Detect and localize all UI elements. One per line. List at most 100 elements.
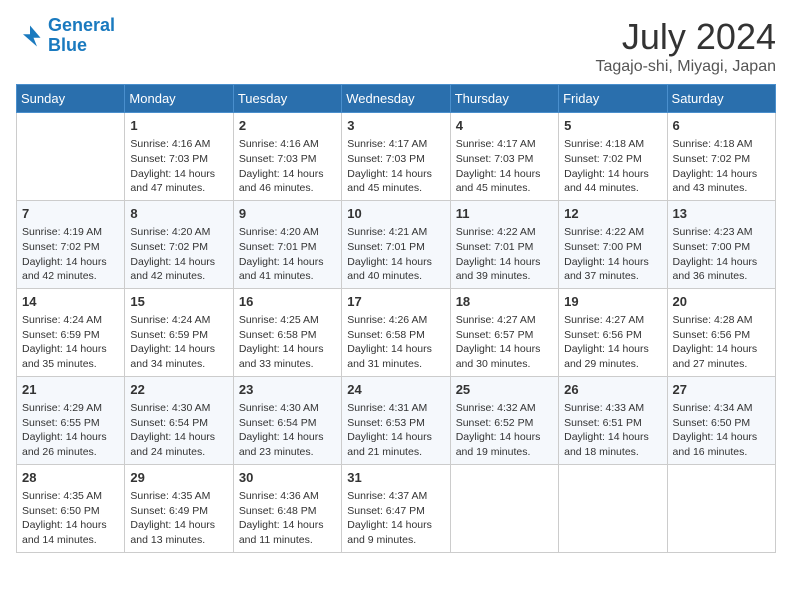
weekday-header-wednesday: Wednesday <box>342 85 450 113</box>
calendar-week-row: 1 Sunrise: 4:16 AM Sunset: 7:03 PM Daylig… <box>17 113 776 201</box>
day-info: Sunrise: 4:26 AM Sunset: 6:58 PM Dayligh… <box>347 313 444 372</box>
weekday-header-tuesday: Tuesday <box>233 85 341 113</box>
day-info: Sunrise: 4:36 AM Sunset: 6:48 PM Dayligh… <box>239 489 336 548</box>
day-info: Sunrise: 4:37 AM Sunset: 6:47 PM Dayligh… <box>347 489 444 548</box>
calendar-week-row: 7Sunrise: 4:19 AM Sunset: 7:02 PM Daylig… <box>17 200 776 288</box>
day-info: Sunrise: 4:24 AM Sunset: 6:59 PM Dayligh… <box>130 313 227 372</box>
day-number: 15 <box>130 293 227 311</box>
day-number: 12 <box>564 205 661 223</box>
title-block: July 2024 Tagajo-shi, Miyagi, Japan <box>595 16 776 76</box>
day-info: Sunrise: 4:32 AM Sunset: 6:52 PM Dayligh… <box>456 401 553 460</box>
calendar-cell: 23 Sunrise: 4:30 AM Sunset: 6:54 PM Dayli… <box>233 376 341 464</box>
day-number: 1 <box>130 117 227 135</box>
day-info: Sunrise: 4:31 AM Sunset: 6:53 PM Dayligh… <box>347 401 444 460</box>
calendar-cell: 5 Sunrise: 4:18 AM Sunset: 7:02 PM Daylig… <box>559 113 667 201</box>
calendar-cell: 17 Sunrise: 4:26 AM Sunset: 6:58 PM Dayli… <box>342 288 450 376</box>
logo: General Blue <box>16 16 115 56</box>
day-number: 30 <box>239 469 336 487</box>
day-number: 13 <box>673 205 770 223</box>
day-number: 3 <box>347 117 444 135</box>
calendar-cell: 30 Sunrise: 4:36 AM Sunset: 6:48 PM Dayli… <box>233 464 341 552</box>
calendar-cell: 29 Sunrise: 4:35 AM Sunset: 6:49 PM Dayli… <box>125 464 233 552</box>
day-number: 17 <box>347 293 444 311</box>
day-number: 19 <box>564 293 661 311</box>
day-info: Sunrise: 4:19 AM Sunset: 7:02 PM Dayligh… <box>22 225 119 284</box>
day-number: 22 <box>130 381 227 399</box>
day-number: 31 <box>347 469 444 487</box>
day-number: 24 <box>347 381 444 399</box>
day-number: 5 <box>564 117 661 135</box>
day-number: 23 <box>239 381 336 399</box>
calendar-cell <box>559 464 667 552</box>
day-info: Sunrise: 4:27 AM Sunset: 6:57 PM Dayligh… <box>456 313 553 372</box>
calendar-cell: 12 Sunrise: 4:22 AM Sunset: 7:00 PM Dayli… <box>559 200 667 288</box>
calendar-cell: 28 Sunrise: 4:35 AM Sunset: 6:50 PM Dayli… <box>17 464 125 552</box>
day-info: Sunrise: 4:22 AM Sunset: 7:00 PM Dayligh… <box>564 225 661 284</box>
day-number: 25 <box>456 381 553 399</box>
day-number: 9 <box>239 205 336 223</box>
day-info: Sunrise: 4:27 AM Sunset: 6:56 PM Dayligh… <box>564 313 661 372</box>
calendar-table: SundayMondayTuesdayWednesdayThursdayFrid… <box>16 84 776 553</box>
day-info: Sunrise: 4:35 AM Sunset: 6:50 PM Dayligh… <box>22 489 119 548</box>
calendar-body: 1 Sunrise: 4:16 AM Sunset: 7:03 PM Daylig… <box>17 113 776 553</box>
calendar-cell: 26 Sunrise: 4:33 AM Sunset: 6:51 PM Dayli… <box>559 376 667 464</box>
day-info: Sunrise: 4:35 AM Sunset: 6:49 PM Dayligh… <box>130 489 227 548</box>
calendar-cell: 1 Sunrise: 4:16 AM Sunset: 7:03 PM Daylig… <box>125 113 233 201</box>
calendar-cell: 24 Sunrise: 4:31 AM Sunset: 6:53 PM Dayli… <box>342 376 450 464</box>
calendar-cell <box>450 464 558 552</box>
day-info: Sunrise: 4:18 AM Sunset: 7:02 PM Dayligh… <box>564 137 661 196</box>
weekday-header-thursday: Thursday <box>450 85 558 113</box>
logo-line1: General <box>48 15 115 35</box>
day-number: 16 <box>239 293 336 311</box>
calendar-cell: 16 Sunrise: 4:25 AM Sunset: 6:58 PM Dayli… <box>233 288 341 376</box>
calendar-week-row: 28 Sunrise: 4:35 AM Sunset: 6:50 PM Dayli… <box>17 464 776 552</box>
calendar-cell: 22Sunrise: 4:30 AM Sunset: 6:54 PM Dayli… <box>125 376 233 464</box>
calendar-cell: 20Sunrise: 4:28 AM Sunset: 6:56 PM Dayli… <box>667 288 775 376</box>
calendar-cell: 18 Sunrise: 4:27 AM Sunset: 6:57 PM Dayli… <box>450 288 558 376</box>
logo-line2: Blue <box>48 35 87 55</box>
calendar-cell: 4Sunrise: 4:17 AM Sunset: 7:03 PM Daylig… <box>450 113 558 201</box>
day-number: 21 <box>22 381 119 399</box>
calendar-cell: 21 Sunrise: 4:29 AM Sunset: 6:55 PM Dayli… <box>17 376 125 464</box>
calendar-cell: 19 Sunrise: 4:27 AM Sunset: 6:56 PM Dayli… <box>559 288 667 376</box>
calendar-cell <box>667 464 775 552</box>
day-number: 28 <box>22 469 119 487</box>
logo-icon <box>16 22 44 50</box>
day-info: Sunrise: 4:25 AM Sunset: 6:58 PM Dayligh… <box>239 313 336 372</box>
day-info: Sunrise: 4:16 AM Sunset: 7:03 PM Dayligh… <box>130 137 227 196</box>
day-number: 18 <box>456 293 553 311</box>
day-number: 6 <box>673 117 770 135</box>
day-info: Sunrise: 4:33 AM Sunset: 6:51 PM Dayligh… <box>564 401 661 460</box>
calendar-cell: 31 Sunrise: 4:37 AM Sunset: 6:47 PM Dayli… <box>342 464 450 552</box>
logo-text: General Blue <box>48 16 115 56</box>
calendar-cell: 10Sunrise: 4:21 AM Sunset: 7:01 PM Dayli… <box>342 200 450 288</box>
day-info: Sunrise: 4:22 AM Sunset: 7:01 PM Dayligh… <box>456 225 553 284</box>
day-number: 29 <box>130 469 227 487</box>
calendar-cell: 11 Sunrise: 4:22 AM Sunset: 7:01 PM Dayli… <box>450 200 558 288</box>
calendar-week-row: 14 Sunrise: 4:24 AM Sunset: 6:59 PM Dayli… <box>17 288 776 376</box>
calendar-cell <box>17 113 125 201</box>
day-info: Sunrise: 4:34 AM Sunset: 6:50 PM Dayligh… <box>673 401 770 460</box>
calendar-cell: 7Sunrise: 4:19 AM Sunset: 7:02 PM Daylig… <box>17 200 125 288</box>
day-number: 26 <box>564 381 661 399</box>
day-number: 11 <box>456 205 553 223</box>
calendar-title: July 2024 <box>595 16 776 58</box>
calendar-cell: 6 Sunrise: 4:18 AM Sunset: 7:02 PM Daylig… <box>667 113 775 201</box>
calendar-subtitle: Tagajo-shi, Miyagi, Japan <box>595 58 776 76</box>
calendar-cell: 15 Sunrise: 4:24 AM Sunset: 6:59 PM Dayli… <box>125 288 233 376</box>
calendar-cell: 3Sunrise: 4:17 AM Sunset: 7:03 PM Daylig… <box>342 113 450 201</box>
calendar-cell: 2Sunrise: 4:16 AM Sunset: 7:03 PM Daylig… <box>233 113 341 201</box>
calendar-cell: 9Sunrise: 4:20 AM Sunset: 7:01 PM Daylig… <box>233 200 341 288</box>
weekday-header-sunday: Sunday <box>17 85 125 113</box>
weekday-header-friday: Friday <box>559 85 667 113</box>
day-number: 14 <box>22 293 119 311</box>
calendar-cell: 13Sunrise: 4:23 AM Sunset: 7:00 PM Dayli… <box>667 200 775 288</box>
weekday-header-monday: Monday <box>125 85 233 113</box>
day-info: Sunrise: 4:18 AM Sunset: 7:02 PM Dayligh… <box>673 137 770 196</box>
day-info: Sunrise: 4:30 AM Sunset: 6:54 PM Dayligh… <box>239 401 336 460</box>
day-number: 2 <box>239 117 336 135</box>
day-info: Sunrise: 4:29 AM Sunset: 6:55 PM Dayligh… <box>22 401 119 460</box>
calendar-cell: 25 Sunrise: 4:32 AM Sunset: 6:52 PM Dayli… <box>450 376 558 464</box>
day-number: 10 <box>347 205 444 223</box>
day-number: 20 <box>673 293 770 311</box>
